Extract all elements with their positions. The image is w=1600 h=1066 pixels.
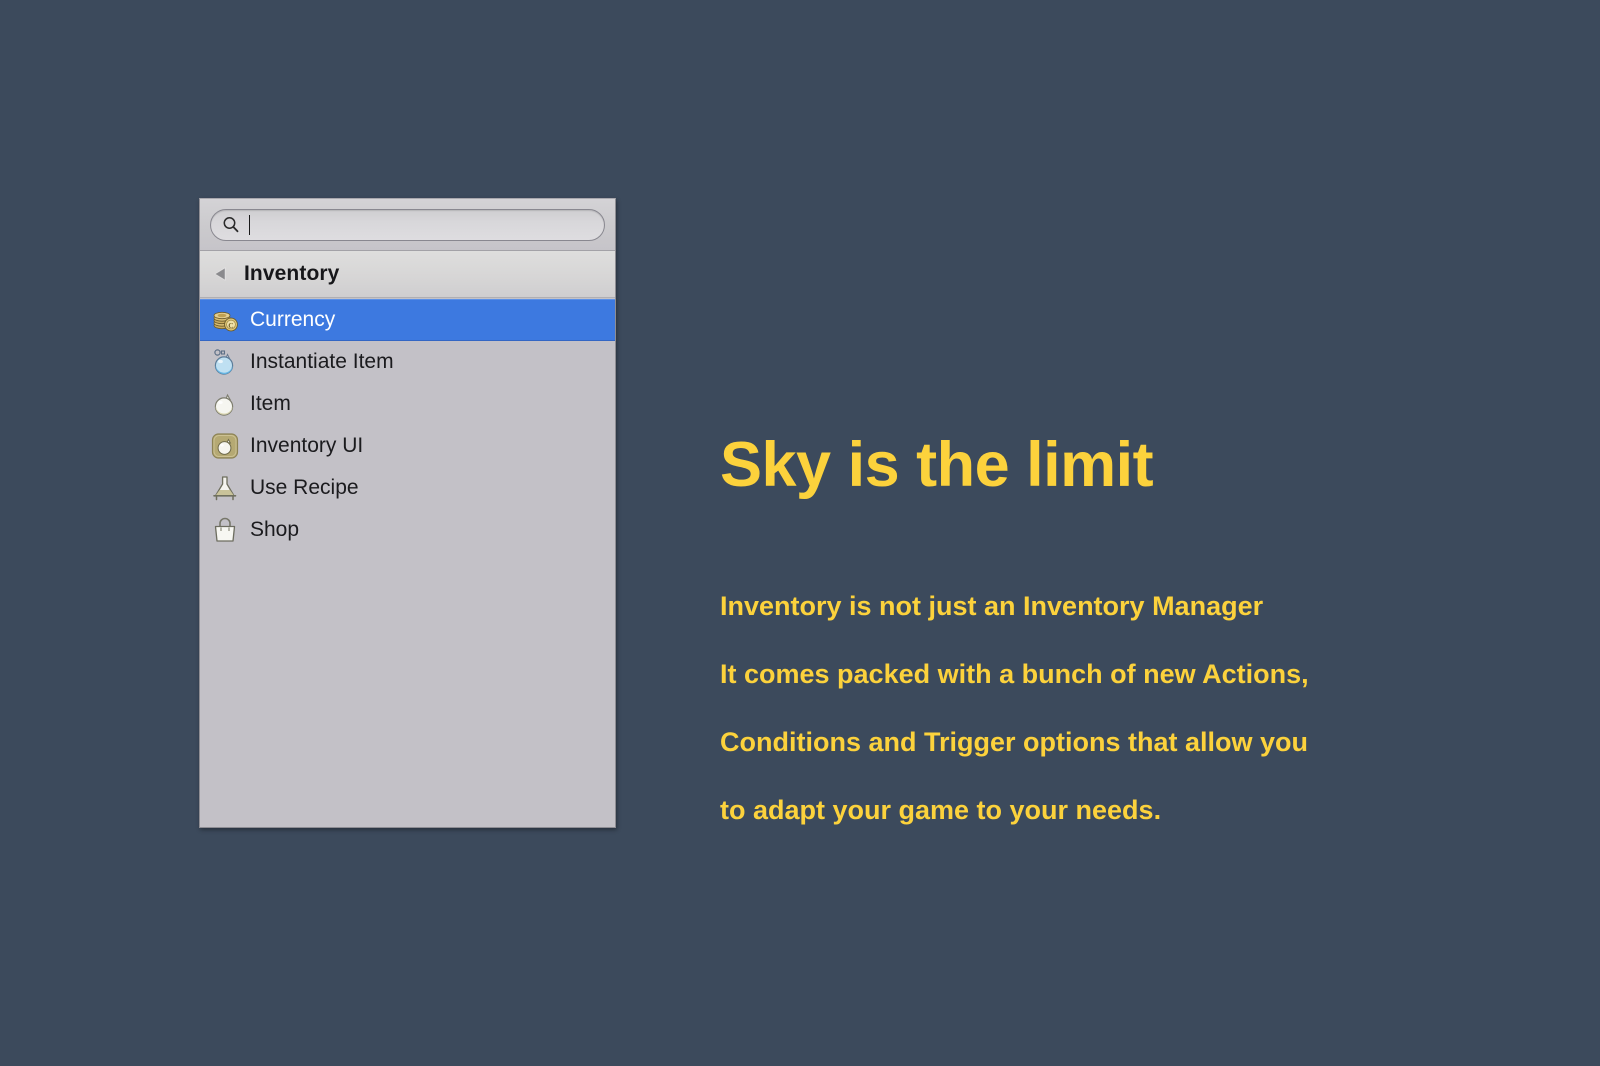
list-item-shop[interactable]: Shop [200, 509, 615, 551]
list-item-label: Shop [250, 518, 300, 541]
list-item-use-recipe[interactable]: Use Recipe [200, 467, 615, 509]
svg-text:C: C [228, 321, 233, 330]
list-item-label: Item [250, 392, 291, 415]
search-field[interactable] [210, 208, 605, 241]
coins-icon: C [213, 311, 238, 332]
item-list: C Currency Instantiate Item Item Invento… [200, 298, 615, 827]
copy-line: It comes packed with a bunch of new Acti… [720, 659, 1309, 690]
group-header-back-row[interactable]: Inventory [200, 251, 615, 298]
beaker-stand-icon [213, 476, 237, 501]
list-item-label: Instantiate Item [250, 350, 394, 373]
back-arrow-icon[interactable] [210, 263, 232, 285]
list-item-inventory-ui[interactable]: Inventory UI [200, 425, 615, 467]
list-item-label: Currency [250, 308, 336, 331]
list-item-item[interactable]: Item [200, 383, 615, 425]
search-icon [223, 216, 239, 232]
blue-flask-icon [214, 349, 234, 375]
list-item-instantiate-item[interactable]: Instantiate Item [200, 341, 615, 383]
white-flask-icon [214, 393, 234, 416]
search-input[interactable] [250, 211, 598, 238]
copy-line: Conditions and Trigger options that allo… [720, 727, 1308, 758]
shopping-bag-icon [214, 517, 236, 542]
body-copy: Inventory is not just an Inventory Manag… [720, 572, 1480, 844]
list-item-label: Inventory UI [250, 434, 364, 457]
flask-badge-icon [211, 433, 239, 459]
copy-line: Inventory is not just an Inventory Manag… [720, 591, 1264, 622]
list-item-label: Use Recipe [250, 476, 359, 499]
headline: Sky is the limit [720, 430, 1154, 500]
group-header-label: Inventory [244, 262, 340, 285]
list-item-currency[interactable]: C Currency [200, 299, 615, 341]
search-row [200, 199, 615, 251]
searchable-popup-panel: Inventory C Currency Instantiate Item It… [199, 198, 616, 828]
copy-line: to adapt your game to your needs. [720, 795, 1162, 826]
marketing-copy-block: Sky is the limit Inventory is not just a… [720, 432, 1480, 844]
